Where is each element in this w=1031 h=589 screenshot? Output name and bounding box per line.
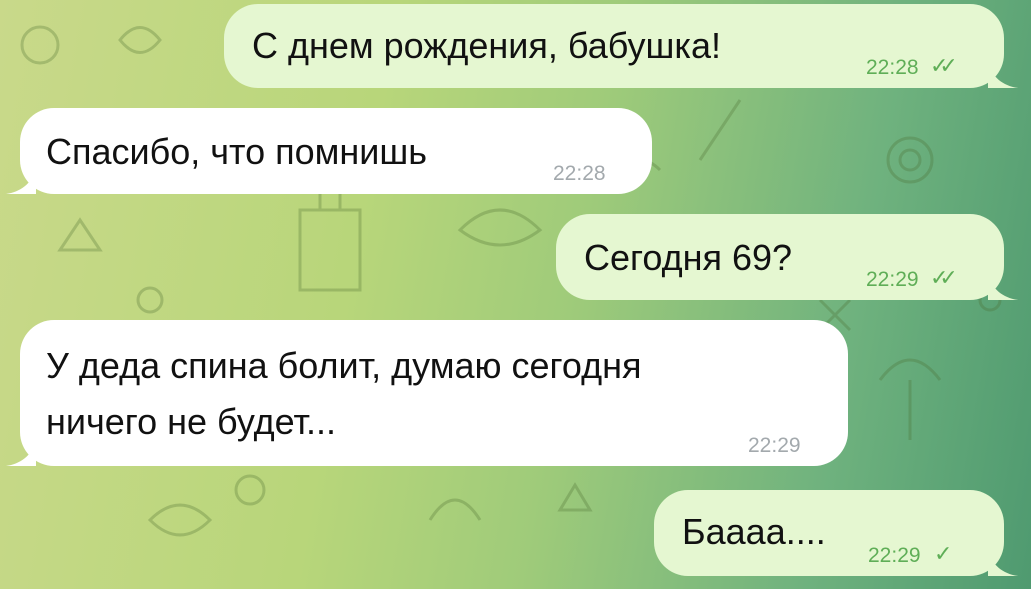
- double-check-icon: ✓✓: [930, 265, 958, 290]
- bubble-tail: [6, 168, 36, 194]
- double-check-icon: ✓✓: [930, 53, 958, 78]
- outgoing-message-bubble[interactable]: С днем рождения, бабушка! 22:28 ✓✓: [224, 4, 1018, 88]
- message-text: Баааа....: [682, 511, 826, 552]
- bubble-tail: [6, 440, 36, 466]
- incoming-message-bubble[interactable]: Спасибо, что помнишь 22:28: [6, 108, 652, 194]
- outgoing-message-bubble[interactable]: Сегодня 69? 22:29 ✓✓: [556, 214, 1018, 300]
- bubble-tail: [988, 62, 1018, 88]
- message-time: 22:29: [868, 544, 921, 567]
- bubble-tail: [988, 274, 1018, 300]
- message-text: Сегодня 69?: [584, 237, 793, 278]
- message-time: 22:28: [866, 56, 919, 79]
- bubble-tail: [988, 550, 1018, 576]
- outgoing-message-bubble[interactable]: Баааа.... 22:29 ✓: [654, 490, 1018, 576]
- message-time: 22:28: [553, 162, 606, 185]
- message-text: Спасибо, что помнишь: [46, 131, 428, 172]
- message-time: 22:29: [866, 268, 919, 291]
- incoming-message-bubble[interactable]: У деда спина болит, думаю сегодня ничего…: [6, 320, 848, 466]
- message-text-line: ничего не будет...: [46, 401, 337, 442]
- message-text-line: У деда спина болит, думаю сегодня: [46, 345, 642, 386]
- message-text: С днем рождения, бабушка!: [252, 25, 721, 66]
- message-time: 22:29: [748, 434, 801, 457]
- single-check-icon: ✓: [934, 541, 953, 566]
